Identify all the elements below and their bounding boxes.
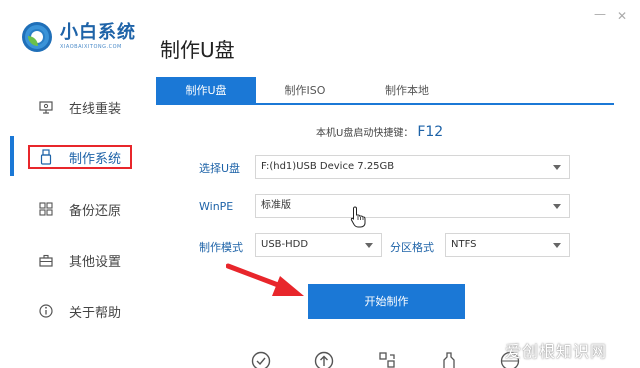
usb-device-value: F:(hd1)USB Device 7.25GB <box>261 161 395 172</box>
page-title: 制作U盘 <box>160 38 235 62</box>
logo-icon <box>22 22 52 52</box>
mode-label: 制作模式 <box>199 241 243 254</box>
hand-cursor-icon <box>350 206 366 228</box>
tab-make-iso[interactable]: 制作ISO <box>256 77 354 105</box>
sidebar-item-other-settings[interactable]: 其他设置 <box>0 240 150 280</box>
chevron-down-icon <box>365 243 373 248</box>
logo-name: 小白系统 <box>60 22 136 43</box>
boot-shortcut-hint: 本机U盘启动快捷键： F12 <box>316 124 443 140</box>
sidebar-item-label: 其他设置 <box>69 254 122 270</box>
shortcut-key: F12 <box>417 124 444 140</box>
watermark-text: 爱创根知识网 <box>505 342 608 361</box>
sidebar-item-label: 备份还原 <box>69 203 122 219</box>
usb-icon <box>38 149 54 165</box>
sidebar-item-label: 在线重装 <box>69 101 122 117</box>
info-icon <box>38 303 54 319</box>
mode-select[interactable]: USB-HDD <box>255 233 382 257</box>
app-window: 小白系统 XIAOBAIXITONG.COM 制作U盘 — ✕ 在线重装 制作系… <box>0 0 640 368</box>
winpe-value: 标准版 <box>261 200 291 211</box>
chevron-down-icon <box>553 204 561 209</box>
partition-format-select[interactable]: NTFS <box>445 233 570 257</box>
tab-make-local[interactable]: 制作本地 <box>354 77 460 105</box>
sidebar-item-make-system[interactable]: 制作系统 <box>0 137 150 177</box>
mode-value: USB-HDD <box>261 239 309 250</box>
start-make-button[interactable]: 开始制作 <box>308 284 465 319</box>
partition-format-label: 分区格式 <box>390 241 434 254</box>
minimize-button[interactable]: — <box>594 8 606 20</box>
sidebar-item-about-help[interactable]: 关于帮助 <box>0 291 150 331</box>
check-circle-icon[interactable] <box>251 351 271 368</box>
upload-circle-icon[interactable] <box>314 351 334 368</box>
shortcut-label: 本机U盘启动快捷键： <box>316 128 414 139</box>
winpe-label: WinPE <box>199 200 234 213</box>
tool-icon[interactable] <box>439 351 459 368</box>
sidebar-item-label: 制作系统 <box>69 151 122 167</box>
chevron-down-icon <box>553 165 561 170</box>
sidebar-item-online-reinstall[interactable]: 在线重装 <box>0 87 150 127</box>
close-button[interactable]: ✕ <box>617 10 627 22</box>
winpe-select[interactable]: 标准版 <box>255 194 570 218</box>
tab-make-usb[interactable]: 制作U盘 <box>156 77 256 105</box>
swap-icon[interactable] <box>377 351 397 368</box>
grid-icon <box>38 201 54 217</box>
app-logo: 小白系统 XIAOBAIXITONG.COM <box>22 22 136 52</box>
partition-format-value: NTFS <box>451 239 477 250</box>
monitor-icon <box>38 99 54 115</box>
chevron-down-icon <box>553 243 561 248</box>
logo-subtitle: XIAOBAIXITONG.COM <box>60 44 122 50</box>
usb-select-label: 选择U盘 <box>199 162 241 175</box>
annotation-arrow-icon <box>226 263 304 296</box>
tab-bar: 制作U盘 制作ISO 制作本地 <box>156 77 614 105</box>
briefcase-icon <box>38 252 54 268</box>
usb-device-select[interactable]: F:(hd1)USB Device 7.25GB <box>255 155 570 179</box>
sidebar-item-label: 关于帮助 <box>69 305 122 321</box>
sidebar-item-backup-restore[interactable]: 备份还原 <box>0 189 150 229</box>
